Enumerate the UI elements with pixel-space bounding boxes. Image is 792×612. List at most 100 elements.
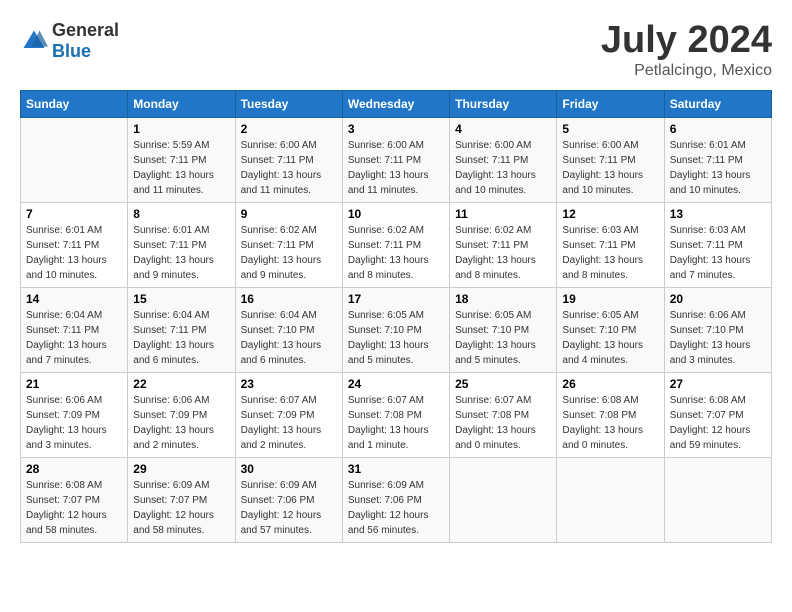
logo-general: General: [52, 20, 119, 40]
calendar-cell: 23 Sunrise: 6:07 AM Sunset: 7:09 PM Dayli…: [235, 372, 342, 457]
calendar-cell: 20Sunrise: 6:06 AM Sunset: 7:10 PM Dayli…: [664, 287, 771, 372]
month-title: July 2024: [601, 20, 772, 62]
day-number: 31: [348, 462, 444, 476]
day-info: Sunrise: 6:01 AM Sunset: 7:11 PM Dayligh…: [670, 138, 766, 198]
calendar-cell: 15 Sunrise: 6:04 AM Sunset: 7:11 PM Dayli…: [128, 287, 235, 372]
calendar-cell: 2 Sunrise: 6:00 AM Sunset: 7:11 PM Daylig…: [235, 117, 342, 202]
calendar-cell: 22 Sunrise: 6:06 AM Sunset: 7:09 PM Dayli…: [128, 372, 235, 457]
day-info: Sunrise: 6:05 AM Sunset: 7:10 PM Dayligh…: [562, 308, 658, 368]
day-info: Sunrise: 6:02 AM Sunset: 7:11 PM Dayligh…: [348, 223, 444, 283]
calendar-cell: 28 Sunrise: 6:08 AM Sunset: 7:07 PM Dayli…: [21, 457, 128, 542]
day-info: Sunrise: 6:03 AM Sunset: 7:11 PM Dayligh…: [670, 223, 766, 283]
calendar-cell: 1 Sunrise: 5:59 AM Sunset: 7:11 PM Daylig…: [128, 117, 235, 202]
day-number: 23: [241, 377, 337, 391]
day-number: 8: [133, 207, 229, 221]
day-number: 5: [562, 122, 658, 136]
day-info: Sunrise: 6:03 AM Sunset: 7:11 PM Dayligh…: [562, 223, 658, 283]
calendar-cell: 27Sunrise: 6:08 AM Sunset: 7:07 PM Dayli…: [664, 372, 771, 457]
day-info: Sunrise: 6:09 AM Sunset: 7:07 PM Dayligh…: [133, 478, 229, 538]
title-block: July 2024 Petlalcingo, Mexico: [601, 20, 772, 80]
day-header: Friday: [557, 90, 664, 117]
calendar-cell: 11 Sunrise: 6:02 AM Sunset: 7:11 PM Dayli…: [450, 202, 557, 287]
day-info: Sunrise: 6:08 AM Sunset: 7:07 PM Dayligh…: [26, 478, 122, 538]
day-number: 25: [455, 377, 551, 391]
calendar-cell: 8 Sunrise: 6:01 AM Sunset: 7:11 PM Daylig…: [128, 202, 235, 287]
day-info: Sunrise: 6:04 AM Sunset: 7:11 PM Dayligh…: [133, 308, 229, 368]
day-number: 24: [348, 377, 444, 391]
calendar-cell: 9 Sunrise: 6:02 AM Sunset: 7:11 PM Daylig…: [235, 202, 342, 287]
day-number: 18: [455, 292, 551, 306]
day-info: Sunrise: 6:05 AM Sunset: 7:10 PM Dayligh…: [455, 308, 551, 368]
calendar-cell: 24 Sunrise: 6:07 AM Sunset: 7:08 PM Dayli…: [342, 372, 449, 457]
day-info: Sunrise: 6:08 AM Sunset: 7:08 PM Dayligh…: [562, 393, 658, 453]
day-header: Sunday: [21, 90, 128, 117]
calendar-week-row: 1 Sunrise: 5:59 AM Sunset: 7:11 PM Daylig…: [21, 117, 772, 202]
day-header: Tuesday: [235, 90, 342, 117]
day-info: Sunrise: 6:05 AM Sunset: 7:10 PM Dayligh…: [348, 308, 444, 368]
day-number: 22: [133, 377, 229, 391]
day-number: 20: [670, 292, 766, 306]
day-number: 7: [26, 207, 122, 221]
day-number: 3: [348, 122, 444, 136]
calendar-cell: 21 Sunrise: 6:06 AM Sunset: 7:09 PM Dayli…: [21, 372, 128, 457]
calendar-week-row: 28 Sunrise: 6:08 AM Sunset: 7:07 PM Dayli…: [21, 457, 772, 542]
day-number: 26: [562, 377, 658, 391]
calendar-cell: [557, 457, 664, 542]
calendar-cell: 25 Sunrise: 6:07 AM Sunset: 7:08 PM Dayli…: [450, 372, 557, 457]
calendar-cell: 18 Sunrise: 6:05 AM Sunset: 7:10 PM Dayli…: [450, 287, 557, 372]
calendar-cell: 7 Sunrise: 6:01 AM Sunset: 7:11 PM Daylig…: [21, 202, 128, 287]
calendar-cell: 17 Sunrise: 6:05 AM Sunset: 7:10 PM Dayli…: [342, 287, 449, 372]
day-number: 28: [26, 462, 122, 476]
calendar-cell: 13Sunrise: 6:03 AM Sunset: 7:11 PM Dayli…: [664, 202, 771, 287]
day-info: Sunrise: 6:01 AM Sunset: 7:11 PM Dayligh…: [133, 223, 229, 283]
day-number: 14: [26, 292, 122, 306]
calendar-cell: 26 Sunrise: 6:08 AM Sunset: 7:08 PM Dayli…: [557, 372, 664, 457]
calendar-cell: [450, 457, 557, 542]
day-number: 27: [670, 377, 766, 391]
day-info: Sunrise: 6:07 AM Sunset: 7:09 PM Dayligh…: [241, 393, 337, 453]
day-info: Sunrise: 6:09 AM Sunset: 7:06 PM Dayligh…: [348, 478, 444, 538]
day-info: Sunrise: 6:06 AM Sunset: 7:09 PM Dayligh…: [26, 393, 122, 453]
day-number: 21: [26, 377, 122, 391]
day-number: 17: [348, 292, 444, 306]
day-info: Sunrise: 5:59 AM Sunset: 7:11 PM Dayligh…: [133, 138, 229, 198]
day-info: Sunrise: 6:00 AM Sunset: 7:11 PM Dayligh…: [455, 138, 551, 198]
day-info: Sunrise: 6:02 AM Sunset: 7:11 PM Dayligh…: [241, 223, 337, 283]
day-info: Sunrise: 6:04 AM Sunset: 7:11 PM Dayligh…: [26, 308, 122, 368]
day-info: Sunrise: 6:01 AM Sunset: 7:11 PM Dayligh…: [26, 223, 122, 283]
day-info: Sunrise: 6:00 AM Sunset: 7:11 PM Dayligh…: [241, 138, 337, 198]
day-number: 1: [133, 122, 229, 136]
day-info: Sunrise: 6:06 AM Sunset: 7:09 PM Dayligh…: [133, 393, 229, 453]
day-info: Sunrise: 6:09 AM Sunset: 7:06 PM Dayligh…: [241, 478, 337, 538]
day-info: Sunrise: 6:07 AM Sunset: 7:08 PM Dayligh…: [348, 393, 444, 453]
day-number: 16: [241, 292, 337, 306]
day-number: 10: [348, 207, 444, 221]
calendar-cell: 12 Sunrise: 6:03 AM Sunset: 7:11 PM Dayli…: [557, 202, 664, 287]
day-number: 29: [133, 462, 229, 476]
day-number: 12: [562, 207, 658, 221]
day-number: 30: [241, 462, 337, 476]
day-number: 6: [670, 122, 766, 136]
calendar-cell: 10 Sunrise: 6:02 AM Sunset: 7:11 PM Dayli…: [342, 202, 449, 287]
calendar-cell: 3Sunrise: 6:00 AM Sunset: 7:11 PM Daylig…: [342, 117, 449, 202]
day-number: 11: [455, 207, 551, 221]
day-number: 2: [241, 122, 337, 136]
calendar-cell: 19 Sunrise: 6:05 AM Sunset: 7:10 PM Dayli…: [557, 287, 664, 372]
calendar-cell: 31 Sunrise: 6:09 AM Sunset: 7:06 PM Dayli…: [342, 457, 449, 542]
day-number: 19: [562, 292, 658, 306]
calendar-cell: [664, 457, 771, 542]
day-info: Sunrise: 6:00 AM Sunset: 7:11 PM Dayligh…: [562, 138, 658, 198]
location-title: Petlalcingo, Mexico: [601, 62, 772, 80]
calendar-cell: 5 Sunrise: 6:00 AM Sunset: 7:11 PM Daylig…: [557, 117, 664, 202]
calendar-cell: 29 Sunrise: 6:09 AM Sunset: 7:07 PM Dayli…: [128, 457, 235, 542]
day-header: Saturday: [664, 90, 771, 117]
day-number: 15: [133, 292, 229, 306]
day-info: Sunrise: 6:07 AM Sunset: 7:08 PM Dayligh…: [455, 393, 551, 453]
calendar-week-row: 21 Sunrise: 6:06 AM Sunset: 7:09 PM Dayli…: [21, 372, 772, 457]
logo-icon: [20, 27, 48, 55]
logo-blue: Blue: [52, 41, 91, 61]
day-number: 4: [455, 122, 551, 136]
day-number: 9: [241, 207, 337, 221]
day-info: Sunrise: 6:02 AM Sunset: 7:11 PM Dayligh…: [455, 223, 551, 283]
day-header: Monday: [128, 90, 235, 117]
